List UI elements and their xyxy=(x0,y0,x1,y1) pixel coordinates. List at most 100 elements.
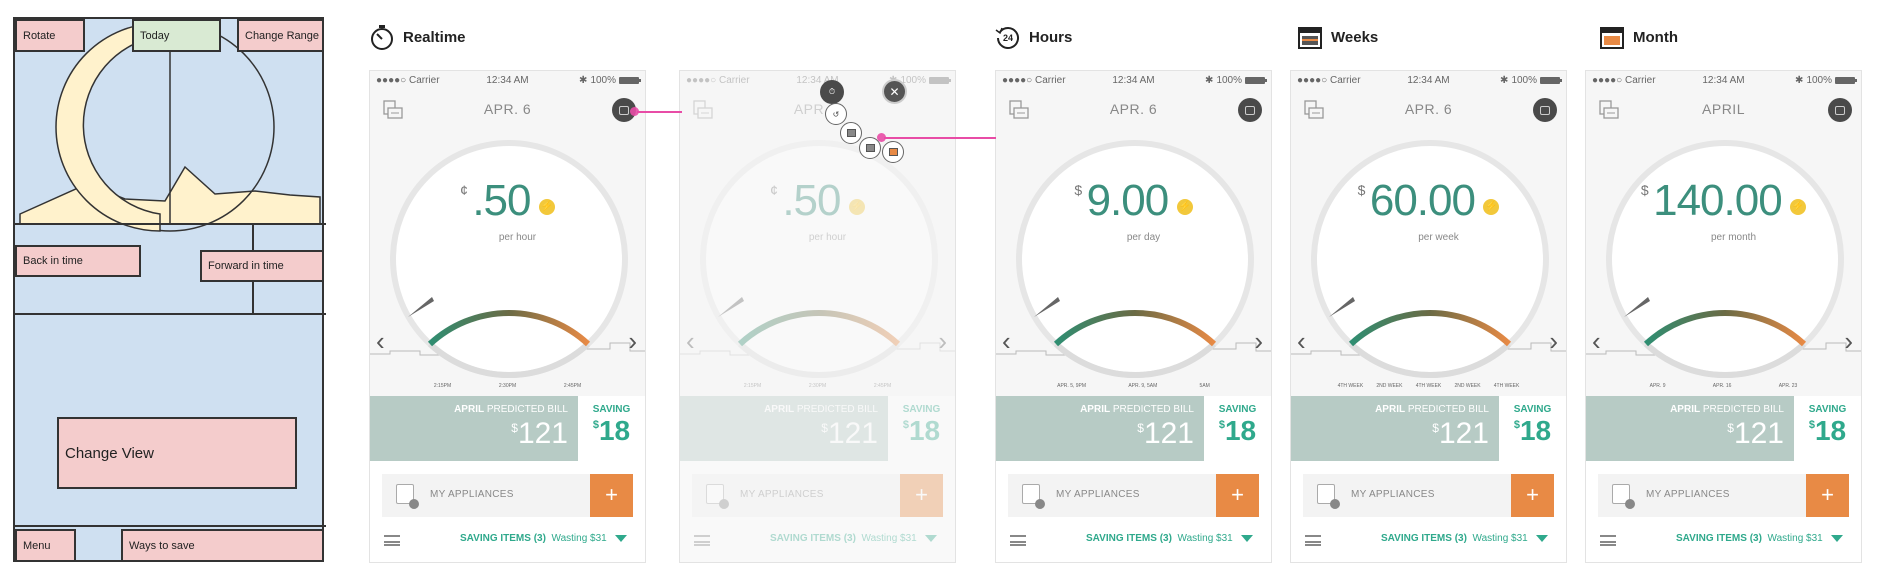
bill-amount: $121 xyxy=(1586,417,1784,451)
forward-in-time-button[interactable]: › xyxy=(1254,326,1263,357)
bolt-icon[interactable]: ⚡ xyxy=(538,198,555,215)
cost-readout: $ 140.00 ⚡ xyxy=(1586,176,1861,226)
my-appliances-row[interactable]: MY APPLIANCES + xyxy=(382,474,633,517)
ways-to-save[interactable]: SAVING ITEMS (3) Wasting $31 xyxy=(1086,533,1253,544)
change-range-button[interactable] xyxy=(1828,98,1852,122)
back-in-time-button[interactable]: ‹ xyxy=(376,326,385,357)
month-range-option[interactable] xyxy=(882,141,904,163)
bill-caption: PREDICTED BILL xyxy=(1407,404,1489,415)
screen-content: ●●●●○ Carrier 12:34 AM ✱100% APR. 6 xyxy=(1291,71,1566,562)
battery-icon xyxy=(1245,76,1268,84)
ways-to-save-label: Ways to save xyxy=(121,529,324,562)
stopwatch-icon xyxy=(371,25,393,50)
forward-in-time-button[interactable]: › xyxy=(1549,326,1558,357)
predicted-bill[interactable]: APRIL PREDICTED BILL $121 xyxy=(996,396,1204,461)
lower-panel: MY APPLIANCES + SAVING ITEMS (3) Wasting… xyxy=(996,461,1271,562)
wasting-label: Wasting $31 xyxy=(1472,533,1528,544)
back-in-time-button[interactable]: ‹ xyxy=(1297,326,1306,357)
add-appliance-button[interactable]: + xyxy=(1806,474,1849,517)
menu-icon[interactable] xyxy=(1305,535,1321,546)
ways-to-save[interactable]: SAVING ITEMS (3) Wasting $31 xyxy=(460,533,627,544)
saving-value: 18 xyxy=(598,415,631,446)
realtime-range-option[interactable]: ⏱ xyxy=(820,80,844,104)
bolt-icon[interactable]: ⚡ xyxy=(1176,198,1193,215)
close-range-menu-button[interactable]: ✕ xyxy=(882,79,907,104)
wasting-label: Wasting $31 xyxy=(1177,533,1233,544)
calendar-icon xyxy=(846,129,856,137)
nav-date[interactable]: APR. 6 xyxy=(1291,101,1566,117)
ways-to-save[interactable]: SAVING ITEMS (3) Wasting $31 xyxy=(1676,533,1843,544)
gauge[interactable] xyxy=(1586,129,1862,384)
rotate-label: Rotate xyxy=(15,19,85,52)
connector-dot xyxy=(630,107,639,116)
status-time: 12:34 AM xyxy=(486,74,529,86)
bill-value: 121 xyxy=(1733,417,1784,450)
dropdown-triangle-icon xyxy=(1535,534,1548,542)
ways-to-save[interactable]: SAVING ITEMS (3) Wasting $31 xyxy=(1381,533,1548,544)
forward-in-time-button[interactable]: › xyxy=(1844,326,1853,357)
change-range-button[interactable] xyxy=(1238,98,1262,122)
saving-panel[interactable]: SAVING $18 xyxy=(1794,396,1861,461)
timeline-tick: APR. 5, 9PM xyxy=(1057,383,1087,389)
cost-unit: per month xyxy=(1710,232,1757,243)
phone-screen-realtime: ●●●●○ Carrier 12:34 AM ✱ 100% APR. 6 ¢ .… xyxy=(369,70,646,563)
add-appliance-button[interactable]: + xyxy=(1511,474,1554,517)
bolt-icon[interactable]: ⚡ xyxy=(1790,198,1807,215)
saving-panel[interactable]: SAVING $18 xyxy=(578,396,645,461)
saving-panel[interactable]: SAVING $18 xyxy=(1204,396,1271,461)
lower-panel: MY APPLIANCES + SAVING ITEMS (3) Wasting… xyxy=(1586,461,1861,562)
my-appliances-row[interactable]: MY APPLIANCES + xyxy=(1008,474,1259,517)
menu-icon[interactable] xyxy=(1010,535,1026,546)
my-appliances-row[interactable]: MY APPLIANCES + xyxy=(1303,474,1554,517)
bill-caption: PREDICTED BILL xyxy=(1112,404,1194,415)
cost-unit: per day xyxy=(1126,232,1161,243)
saving-panel[interactable]: SAVING $18 xyxy=(1499,396,1566,461)
status-bar: ●●●●○ Carrier 12:34 AM ✱100% xyxy=(1291,71,1566,89)
screen-content: ●●●●○ Carrier 12:34 AM ✱100% APR. 6 xyxy=(996,71,1271,562)
saving-amount: $18 xyxy=(1794,415,1861,447)
back-in-time-button[interactable]: ‹ xyxy=(1592,326,1601,357)
nav-date[interactable]: APRIL xyxy=(1586,101,1861,117)
bolt-icon[interactable]: ⚡ xyxy=(1483,198,1500,215)
add-appliance-button[interactable]: + xyxy=(590,474,633,517)
timeline-ticks: APR. 9 APR. 16 APR. 23 xyxy=(1586,383,1861,395)
predicted-bill[interactable]: APRIL PREDICTED BILL $121 xyxy=(1291,396,1499,461)
saving-currency: $ xyxy=(592,419,599,431)
predicted-bill[interactable]: APRIL PREDICTED BILL $121 xyxy=(370,396,578,461)
hours-range-option[interactable]: ↺ xyxy=(825,103,847,125)
my-appliances-row[interactable]: MY APPLIANCES + xyxy=(1598,474,1849,517)
add-appliance-button[interactable]: + xyxy=(1216,474,1259,517)
saving-amount: $18 xyxy=(578,415,645,447)
timeline-tick: 4TH WEEK xyxy=(1493,383,1520,389)
menu-icon[interactable] xyxy=(384,535,400,546)
heading-weeks: Weeks xyxy=(1297,24,1378,50)
battery: ✱100% xyxy=(1472,75,1563,86)
bill-label: APRIL PREDICTED BILL xyxy=(370,404,568,415)
gauge[interactable] xyxy=(996,129,1272,384)
gauge[interactable] xyxy=(370,129,646,384)
heading-month: Month xyxy=(1599,24,1678,50)
status-bar: ●●●●○ Carrier 12:34 AM ✱100% xyxy=(1586,71,1861,89)
nav-date[interactable]: APR. 6 xyxy=(370,101,645,117)
change-range-button[interactable] xyxy=(1533,98,1557,122)
status-time: 12:34 AM xyxy=(1407,74,1450,86)
saving-label: SAVING xyxy=(1808,404,1847,415)
gauge[interactable] xyxy=(1291,129,1567,384)
appliance-icon xyxy=(1022,484,1045,509)
back-in-time-button[interactable]: ‹ xyxy=(1002,326,1011,357)
bill-caption: PREDICTED BILL xyxy=(486,404,568,415)
predicted-bill[interactable]: APRIL PREDICTED BILL $121 xyxy=(1586,396,1794,461)
cost-readout: $ 60.00 ⚡ xyxy=(1291,176,1566,226)
timeline-tick: 2:45PM xyxy=(563,383,582,389)
bill-month: APRIL xyxy=(454,404,485,415)
forward-in-time-button[interactable]: › xyxy=(628,326,637,357)
bluetooth-icon: ✱ xyxy=(579,74,588,86)
range-icon xyxy=(1540,105,1550,115)
menu-icon[interactable] xyxy=(1600,535,1616,546)
days-range-option[interactable] xyxy=(840,122,862,144)
24-hours-icon: 24 xyxy=(995,27,1019,49)
phone-screen-range-menu: ●●●●○ Carrier 12:34 AM ✱100% APR. 6 xyxy=(679,70,956,563)
timeline-ticks: APR. 5, 9PM APR. 9, 5AM 5AM xyxy=(996,383,1271,395)
nav-date[interactable]: APR. 6 xyxy=(996,101,1271,117)
bill-currency: $ xyxy=(1137,421,1144,435)
